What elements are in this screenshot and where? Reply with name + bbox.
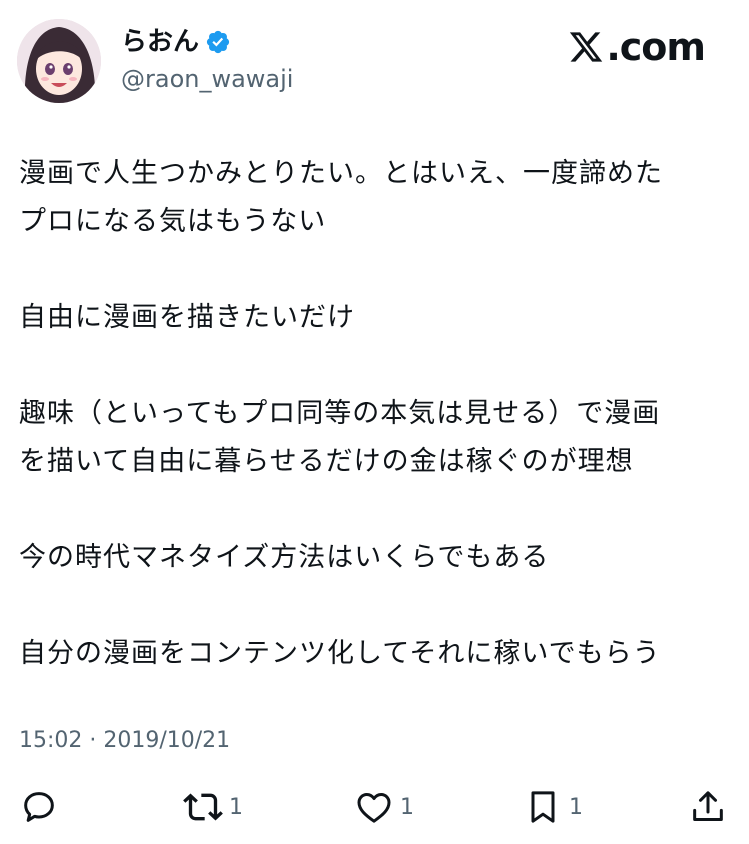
like-button[interactable]: 1 bbox=[354, 782, 414, 832]
tweet-paragraph: 趣味（といってもプロ同等の本気は見せる）で漫画 を描いて自由に暮らせるだけの金は… bbox=[19, 390, 731, 486]
tweet-text: 漫画で人生つかみとりたい。とはいえ、一度諦めた プロになる気はもうない 自由に漫… bbox=[19, 150, 731, 678]
bookmark-count: 1 bbox=[569, 794, 583, 820]
tweet-paragraph: 自由に漫画を描きたいだけ bbox=[19, 294, 731, 342]
tweet-paragraph: 今の時代マネタイズ方法はいくらでもある bbox=[19, 534, 731, 582]
tweet-line: 趣味（といってもプロ同等の本気は見せる）で漫画 bbox=[19, 398, 661, 429]
user-handle[interactable]: @raon_wawaji bbox=[121, 64, 293, 94]
verified-badge-icon bbox=[206, 30, 230, 54]
tweet-line: 漫画で人生つかみとりたい。とはいえ、一度諦めた bbox=[19, 158, 663, 189]
tweet-line: プロになる気はもうない bbox=[19, 206, 327, 237]
like-count: 1 bbox=[400, 794, 414, 820]
reply-icon bbox=[24, 792, 54, 822]
display-name[interactable]: らおん bbox=[121, 26, 199, 58]
retweet-icon bbox=[183, 793, 223, 821]
x-com-logo: .com bbox=[568, 24, 706, 70]
avatar[interactable] bbox=[17, 19, 101, 103]
tweet-header: らおん @raon_wawaji .com bbox=[0, 0, 749, 120]
avatar-illustration bbox=[17, 19, 101, 103]
tweet-line: 自由に漫画を描きたいだけ bbox=[19, 302, 355, 333]
tweet-line: 自分の漫画をコンテンツ化してそれに稼いでもらう bbox=[19, 638, 661, 669]
tweet-timestamp[interactable]: 15:02 · 2019/10/21 bbox=[19, 726, 230, 756]
tweet-paragraph: 漫画で人生つかみとりたい。とはいえ、一度諦めた プロになる気はもうない bbox=[19, 150, 731, 246]
brand-text: .com bbox=[606, 25, 706, 69]
bookmark-icon bbox=[531, 791, 555, 823]
x-logo-icon bbox=[570, 32, 603, 62]
display-name-row[interactable]: らおん bbox=[121, 26, 231, 58]
action-bar: 1 1 1 bbox=[0, 782, 749, 832]
share-button[interactable] bbox=[688, 782, 728, 832]
retweet-count: 1 bbox=[229, 794, 243, 820]
retweet-button[interactable]: 1 bbox=[183, 782, 243, 832]
tweet-line: 今の時代マネタイズ方法はいくらでもある bbox=[19, 542, 550, 573]
tweet-paragraph: 自分の漫画をコンテンツ化してそれに稼いでもらう bbox=[19, 630, 731, 678]
heart-icon bbox=[357, 793, 391, 823]
reply-button[interactable] bbox=[19, 782, 59, 832]
tweet-line: を描いて自由に暮らせるだけの金は稼ぐのが理想 bbox=[19, 446, 634, 477]
bookmark-button[interactable]: 1 bbox=[523, 782, 583, 832]
share-icon bbox=[693, 791, 723, 821]
